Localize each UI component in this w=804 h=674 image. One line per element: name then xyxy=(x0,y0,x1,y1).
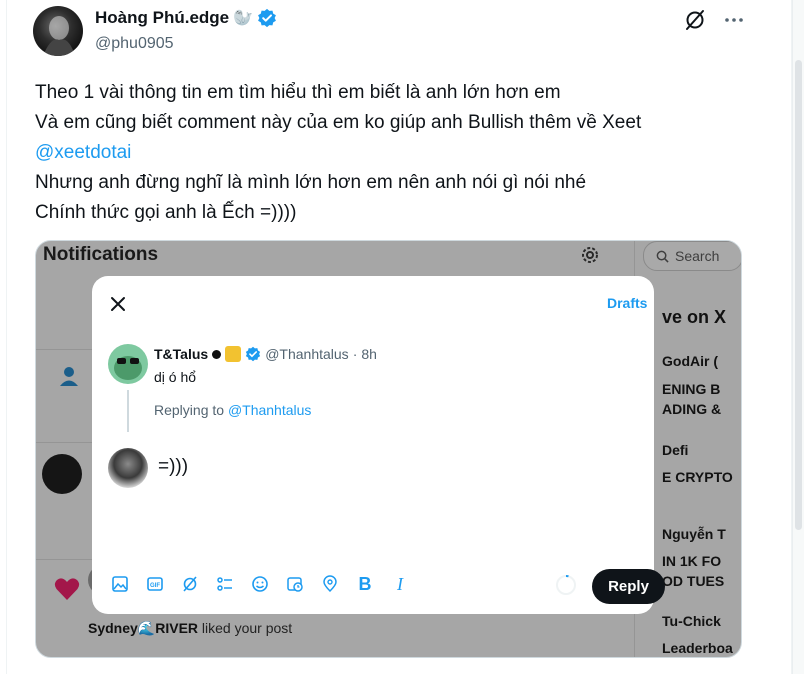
like-action-text: liked your post xyxy=(201,620,293,636)
scrollbar-thumb[interactable] xyxy=(795,60,802,530)
trend-item: OD TUES xyxy=(662,573,725,589)
grok-icon[interactable] xyxy=(683,8,707,32)
verified-badge-icon xyxy=(246,346,261,362)
media-icon xyxy=(110,574,130,594)
gear-icon xyxy=(582,247,598,263)
trend-item: Tu-Chick xyxy=(662,613,721,629)
svg-text:GIF: GIF xyxy=(150,583,160,589)
mention-link[interactable]: @xeetdotai xyxy=(35,138,775,168)
reply-target-text: dị ó hổ xyxy=(154,369,197,385)
trending-heading: ve on X xyxy=(662,307,727,327)
compose-toolbar: GIF B I xyxy=(110,574,410,594)
reply-button: Reply xyxy=(592,569,665,604)
trend-item: E CRYPTO xyxy=(662,469,733,485)
character-progress-icon xyxy=(556,574,576,595)
reply-target-time: 8h xyxy=(361,346,377,362)
search-icon xyxy=(656,250,669,263)
trend-item: Defi xyxy=(662,442,689,458)
notification-avatar xyxy=(42,454,82,494)
notifications-title: Notifications xyxy=(43,244,159,265)
replying-prefix: Replying to xyxy=(154,402,225,418)
tweet-line: Chính thức gọi anh là Ếch =)))) xyxy=(35,202,297,223)
liker-name: Sydney🌊RIVER xyxy=(88,620,199,636)
reply-modal: Drafts T&Talus @Thanhtalus · 8h dị ó hổ … xyxy=(92,276,665,614)
square-badge-icon xyxy=(225,346,242,362)
seal-icon: 🦭 xyxy=(233,10,254,27)
more-options-icon[interactable] xyxy=(723,9,745,31)
bold-icon: B xyxy=(358,573,372,594)
tweet-line: Theo 1 vài thông tin em tìm hiểu thì em … xyxy=(35,82,561,103)
replying-handle: @Thanhtalus xyxy=(227,402,312,418)
author-avatar[interactable] xyxy=(33,6,83,56)
trend-item: Leaderboa xyxy=(662,640,733,656)
reply-target-header: T&Talus @Thanhtalus · 8h xyxy=(154,346,377,362)
author-name-row: Hoàng Phú.edge 🦭 xyxy=(95,8,277,28)
scrollbar[interactable] xyxy=(792,0,804,674)
attached-screenshot[interactable]: Notifications Search Sydney🌊RIVER liked … xyxy=(35,240,742,658)
post: Hoàng Phú.edge 🦭 @phu0905 Theo 1 vài thô… xyxy=(6,0,792,674)
heart-icon xyxy=(54,578,80,600)
author-handle[interactable]: @phu0905 xyxy=(95,35,174,53)
drafts-button: Drafts xyxy=(607,295,648,311)
poll-icon xyxy=(215,574,235,594)
search-placeholder: Search xyxy=(675,248,720,264)
like-notification: Sydney🌊RIVER liked your post xyxy=(88,620,292,637)
trend-item: Nguyễn T xyxy=(662,526,726,542)
tweet-line: Nhưng anh đừng nghĩ là mình lớn hơn em n… xyxy=(35,172,587,193)
emoji-icon xyxy=(250,574,270,594)
reply-target-handle: @Thanhtalus xyxy=(265,346,349,362)
person-icon xyxy=(60,367,78,386)
search-box: Search xyxy=(643,241,741,271)
my-avatar xyxy=(108,448,148,488)
trend-item: GodAir ( xyxy=(662,353,718,369)
verified-badge-icon xyxy=(258,8,276,28)
schedule-icon xyxy=(285,574,305,594)
gif-icon: GIF xyxy=(145,574,165,594)
location-icon xyxy=(320,574,340,594)
trend-item: ENING B xyxy=(662,381,721,397)
reply-target-name: T&Talus xyxy=(154,346,209,362)
thread-line xyxy=(127,390,129,432)
post-header-actions xyxy=(683,8,745,32)
trend-item: ADING & xyxy=(662,401,722,417)
replying-to: Replying to @Thanhtalus xyxy=(154,402,311,418)
tweet-line: Và em cũng biết comment này của em ko gi… xyxy=(35,112,642,133)
grok-icon xyxy=(180,574,200,594)
circle-icon xyxy=(212,349,222,359)
italic-icon: I xyxy=(397,573,403,594)
compose-text: =))) xyxy=(158,456,189,477)
tweet-text: Theo 1 vài thông tin em tìm hiểu thì em … xyxy=(35,78,775,228)
close-icon xyxy=(111,297,125,311)
author-display-name[interactable]: Hoàng Phú.edge xyxy=(95,8,229,28)
reply-target-avatar xyxy=(108,344,148,384)
trend-item: IN 1K FO xyxy=(662,553,722,569)
